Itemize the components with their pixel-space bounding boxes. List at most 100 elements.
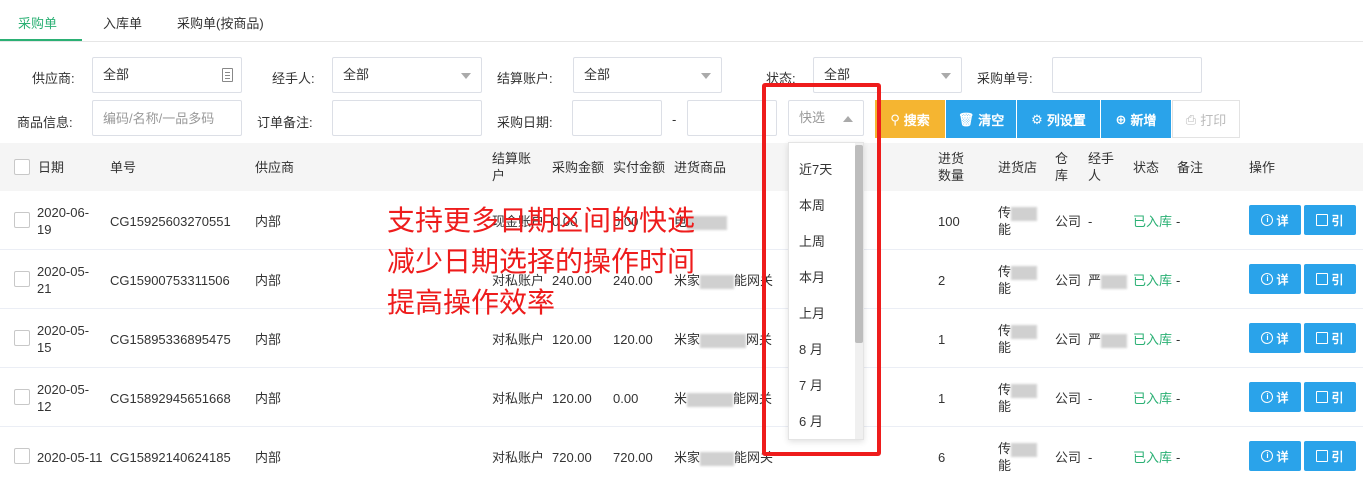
row-product: 米家 能网关 [674, 450, 774, 466]
row-date: 2020-05-15 [37, 323, 90, 355]
document-icon [1316, 214, 1329, 226]
reference-button[interactable]: 引 [1304, 264, 1356, 294]
tab-inbound-order[interactable]: 入库单 [103, 13, 142, 32]
row-status: 已入库 [1133, 214, 1173, 229]
row-account: 对私账户 [492, 332, 545, 347]
header-amount: 采购金额 [552, 160, 605, 175]
reference-button[interactable]: 引 [1304, 205, 1356, 235]
select-all-checkbox[interactable] [14, 159, 30, 175]
row-order-no[interactable]: CG15892945651668 [110, 390, 231, 407]
column-settings-button[interactable]: ⚙ 列设置 [1017, 100, 1100, 138]
redacted-block [1011, 383, 1038, 398]
header-paid: 实付金额 [613, 160, 666, 175]
print-button[interactable]: ⎙ 打印 [1172, 100, 1240, 138]
row-checkbox[interactable] [14, 448, 30, 464]
row-handler: - [1088, 450, 1093, 465]
row-warehouse: 公司 [1055, 214, 1082, 229]
info-icon: i [1261, 391, 1274, 403]
detail-button[interactable]: i详 [1249, 323, 1301, 353]
row-order-no[interactable]: CG15900753311506 [110, 272, 230, 289]
row-status: 已入库 [1133, 391, 1173, 406]
row-supplier: 内部 [255, 450, 282, 465]
document-icon [1316, 273, 1329, 285]
row-order-no[interactable]: CG15925603270551 [110, 213, 231, 230]
row-date: 2020-05-11 [37, 450, 103, 465]
tab-bar: 采购单 入库单 采购单(按商品) [0, 0, 1363, 42]
document-icon [1316, 450, 1329, 462]
row-checkbox[interactable] [14, 330, 30, 346]
order-no-input[interactable] [1052, 57, 1202, 93]
order-remark-input[interactable] [332, 100, 482, 136]
search-button-label: 搜索 [903, 112, 930, 128]
row-remark: - [1176, 391, 1181, 406]
redacted-block [1011, 324, 1038, 339]
row-checkbox[interactable] [14, 212, 30, 228]
row-checkbox[interactable] [14, 271, 30, 287]
row-date: 2020-05-21 [37, 264, 90, 296]
handler-value: 全部 [343, 67, 370, 82]
annotation-line-1: 支持更多日期区间的快选 [387, 204, 696, 237]
document-icon [1316, 391, 1329, 403]
row-store: 传能 [998, 440, 1038, 474]
detail-button[interactable]: i详 [1249, 382, 1301, 412]
row-paid: 720.00 [613, 450, 653, 465]
row-date: 2020-05-12 [37, 382, 90, 414]
search-icon: ⚲ [890, 111, 900, 127]
info-icon: i [1261, 214, 1274, 226]
table-row: 2020-05-12 CG15892945651668 内部 对私账户 120.… [0, 368, 1363, 427]
header-status: 状态 [1133, 160, 1160, 175]
row-qty: 2 [938, 273, 946, 288]
row-handler: 严 [1088, 331, 1128, 348]
redacted-block [700, 451, 735, 466]
order-remark-label: 订单备注: [257, 115, 313, 130]
redacted-block [1101, 274, 1128, 289]
header-supplier: 供应商 [255, 160, 295, 175]
clear-button[interactable]: 🗑 清空 [946, 100, 1016, 138]
row-order-no[interactable]: CG15895336895475 [110, 331, 231, 348]
supplier-select[interactable]: 全部 [92, 57, 242, 93]
annotation-line-3: 提高操作效率 [387, 286, 556, 319]
row-amount: 120.00 [552, 391, 592, 406]
redacted-block [1101, 333, 1128, 348]
info-icon: i [1261, 332, 1274, 344]
document-icon [1316, 332, 1329, 344]
product-info-input[interactable] [92, 100, 242, 136]
row-warehouse: 公司 [1055, 391, 1082, 406]
reference-button[interactable]: 引 [1304, 382, 1356, 412]
table-header: 日期 单号 供应商 结算账户 采购金额 实付金额 进货商品 进货数量 进货店 仓… [0, 143, 1363, 191]
search-button[interactable]: ⚲ 搜索 [875, 100, 945, 138]
reference-button[interactable]: 引 [1304, 441, 1356, 471]
detail-button[interactable]: i详 [1249, 205, 1301, 235]
account-value: 全部 [584, 67, 611, 82]
reference-button[interactable]: 引 [1304, 323, 1356, 353]
header-account: 结算账户 [492, 151, 532, 183]
header-date: 日期 [38, 160, 65, 175]
detail-button[interactable]: i详 [1249, 441, 1301, 471]
row-order-no[interactable]: CG15892140624185 [110, 449, 231, 466]
row-paid: 120.00 [613, 332, 653, 347]
account-select[interactable]: 全部 [573, 57, 722, 93]
document-icon[interactable] [222, 68, 233, 82]
row-checkbox[interactable] [14, 389, 30, 405]
row-qty: 100 [938, 214, 960, 229]
column-settings-label: 列设置 [1046, 112, 1086, 128]
printer-icon: ⎙ [1185, 111, 1197, 127]
annotation-line-2: 减少日期选择的操作时间 [387, 245, 696, 278]
chevron-down-icon [461, 73, 471, 79]
handler-select[interactable]: 全部 [332, 57, 482, 93]
tab-purchase-by-product[interactable]: 采购单(按商品) [177, 13, 264, 32]
clear-button-label: 清空 [978, 112, 1005, 128]
table-row: 2020-05-11 CG15892140624185 内部 对私账户 720.… [0, 427, 1363, 482]
row-amount: 720.00 [552, 450, 592, 465]
row-amount: 120.00 [552, 332, 592, 347]
tab-purchase-order[interactable]: 采购单 [18, 13, 57, 32]
date-start-input[interactable] [572, 100, 662, 136]
row-status: 已入库 [1133, 450, 1173, 465]
status-value: 全部 [824, 67, 851, 82]
supplier-label: 供应商: [32, 71, 75, 86]
trash-icon: 🗑 [957, 111, 975, 127]
add-button[interactable]: ⊕ 新增 [1101, 100, 1171, 138]
row-remark: - [1176, 273, 1181, 288]
detail-button[interactable]: i详 [1249, 264, 1301, 294]
row-remark: - [1176, 450, 1181, 465]
